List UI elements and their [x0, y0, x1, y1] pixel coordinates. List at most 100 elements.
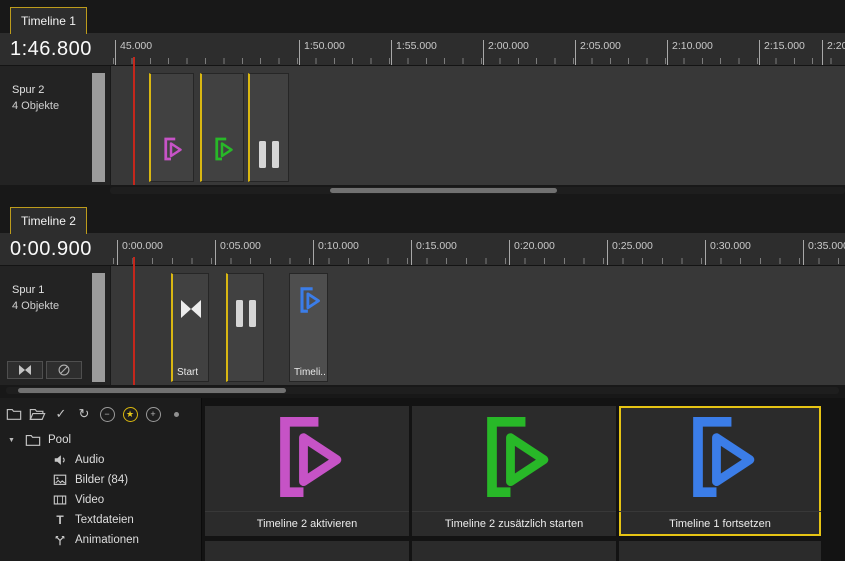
tile-partial[interactable]	[205, 541, 409, 561]
marker-button[interactable]	[7, 361, 43, 379]
timeline2-ruler[interactable]: 0:00.900 0:00.000 0:05.000 0:10.000 0:15…	[0, 233, 845, 266]
tree-item-bilder[interactable]: Bilder (84)	[0, 470, 201, 490]
pool-tree: ▼ Pool Audio	[0, 430, 201, 561]
open-folder-icon	[29, 407, 46, 421]
ruler-minor-ticks	[113, 258, 845, 264]
text-icon: T	[52, 513, 68, 527]
timeline1-tab[interactable]: Timeline 1	[10, 7, 87, 34]
timeline2-tab-label: Timeline 2	[21, 214, 76, 228]
timeline1-panel: Timeline 1 1:46.800 45.000 1:50.000 1:55…	[0, 7, 845, 197]
scrollbar-thumb[interactable]	[18, 388, 286, 393]
pool-panel: ✓ ↻ − ★ + ▼	[0, 398, 845, 561]
pool-sidebar: ✓ ↻ − ★ + ▼	[0, 398, 202, 561]
timeline-jump-magenta-icon	[263, 411, 351, 508]
timeline1-track-header[interactable]: Spur 2 4 Objekte	[0, 66, 110, 185]
tile-timeline1-fortsetzen[interactable]: Timeline 1 fortsetzen	[619, 406, 821, 536]
timeline2-track-row: Spur 1 4 Objekte	[0, 266, 845, 385]
track-count: 4 Objekte	[12, 100, 59, 112]
disable-button[interactable]	[46, 361, 82, 379]
folder-icon	[25, 433, 41, 447]
new-folder-button[interactable]	[6, 405, 22, 423]
clip-timeline1-fortsetzen[interactable]: Timeli...	[289, 273, 328, 382]
clip-pause[interactable]	[248, 73, 289, 182]
clip-label: Start	[177, 367, 206, 378]
image-icon	[52, 473, 68, 487]
tree-item-textdateien[interactable]: T Textdateien	[0, 510, 201, 530]
tile-timeline2-zusaetzlich-starten[interactable]: Timeline 2 zusätzlich starten	[412, 406, 616, 536]
track-buttons	[7, 361, 82, 379]
refresh-icon: ↻	[79, 406, 90, 422]
ruler-minor-ticks	[113, 58, 845, 64]
favorites-button[interactable]: ★	[122, 405, 138, 423]
minus-circle-icon: −	[100, 407, 115, 422]
tree-item-label: Animationen	[75, 534, 139, 546]
tile-label: Timeline 1 fortsetzen	[619, 511, 821, 536]
timeline2-track[interactable]: Start Timeli...	[110, 266, 845, 385]
marker-icon	[19, 365, 31, 375]
timeline-jump-green-icon	[210, 135, 235, 168]
timeline2-tab[interactable]: Timeline 2	[10, 207, 87, 234]
dot-icon	[174, 412, 179, 417]
timeline1-ruler[interactable]: 1:46.800 45.000 1:50.000 1:55.000 2:00.0…	[0, 33, 845, 66]
timeline1-ruler-scale[interactable]: 45.000 1:50.000 1:55.000 2:00.000 2:05.0…	[113, 33, 845, 65]
animation-icon	[52, 533, 68, 547]
timeline1-track-row: Spur 2 4 Objekte	[0, 66, 845, 185]
timeline2-ruler-scale[interactable]: 0:00.000 0:05.000 0:10.000 0:15.000 0:20…	[113, 233, 845, 265]
tile-partial[interactable]	[412, 541, 616, 561]
app-window: Timeline 1 1:46.800 45.000 1:50.000 1:55…	[0, 0, 845, 561]
tree-item-video[interactable]: Video	[0, 490, 201, 510]
timeline-jump-green-icon	[470, 411, 558, 508]
timeline2-panel: Timeline 2 0:00.900 0:00.000 0:05.000 0:…	[0, 207, 845, 397]
film-icon	[52, 493, 68, 507]
timeline-jump-blue-icon	[295, 284, 323, 321]
tree-item-label: Textdateien	[75, 514, 134, 526]
pause-icon	[236, 300, 256, 327]
checkmark-icon: ✓	[56, 406, 67, 422]
timeline-jump-magenta-icon	[160, 135, 185, 168]
confirm-button[interactable]: ✓	[53, 405, 69, 423]
scrollbar-thumb[interactable]	[330, 188, 557, 193]
track-count: 4 Objekte	[12, 300, 59, 312]
tile-timeline2-aktivieren[interactable]: Timeline 2 aktivieren	[205, 406, 409, 536]
refresh-button[interactable]: ↻	[76, 405, 92, 423]
timeline2-track-header[interactable]: Spur 1 4 Objekte	[0, 266, 110, 385]
prohibit-icon	[57, 363, 71, 377]
tile-label: Timeline 2 aktivieren	[205, 511, 409, 536]
pool-toolbar: ✓ ↻ − ★ +	[6, 405, 184, 423]
caret-down-icon: ▼	[8, 437, 18, 444]
tree-item-animationen[interactable]: Animationen	[0, 530, 201, 550]
remove-button[interactable]: −	[99, 405, 115, 423]
star-circle-icon: ★	[123, 407, 138, 422]
pool-tiles: Timeline 2 aktivieren Timeline 2 zusätzl…	[202, 398, 845, 561]
playhead[interactable]	[133, 57, 135, 185]
playhead[interactable]	[133, 257, 135, 385]
open-folder-button[interactable]	[29, 405, 46, 423]
timeline1-timecode[interactable]: 1:46.800	[10, 38, 110, 61]
timeline2-timecode[interactable]: 0:00.900	[10, 238, 110, 261]
tree-item-label: Video	[75, 494, 104, 506]
clip-start[interactable]: Start	[171, 273, 209, 382]
tile-partial[interactable]	[619, 541, 821, 561]
tree-item-audio[interactable]: Audio	[0, 450, 201, 470]
pause-icon	[259, 141, 279, 168]
folder-icon	[6, 407, 22, 421]
tree-item-label: Bilder (84)	[75, 474, 128, 486]
tree-item-pool[interactable]: ▼ Pool	[0, 430, 201, 450]
track-height-slider[interactable]	[92, 273, 105, 382]
timeline1-track[interactable]	[110, 66, 845, 185]
clip-timeline2-aktivieren[interactable]	[149, 73, 194, 182]
clip-pause[interactable]	[226, 273, 264, 382]
record-button[interactable]	[168, 405, 184, 423]
plus-circle-icon: +	[146, 407, 161, 422]
track-name: Spur 1	[12, 284, 44, 296]
clip-timeline2-zusaetzlich-starten[interactable]	[200, 73, 244, 182]
tree-item-label: Pool	[48, 434, 71, 446]
tile-label: Timeline 2 zusätzlich starten	[412, 511, 616, 536]
add-button[interactable]: +	[145, 405, 161, 423]
clip-label: Timeli...	[294, 367, 325, 378]
timeline1-hscrollbar[interactable]	[110, 187, 845, 194]
timeline-jump-blue-icon	[676, 411, 764, 508]
timeline2-hscrollbar[interactable]	[6, 387, 839, 394]
track-height-slider[interactable]	[92, 73, 105, 182]
tree-item-label: Audio	[75, 454, 104, 466]
